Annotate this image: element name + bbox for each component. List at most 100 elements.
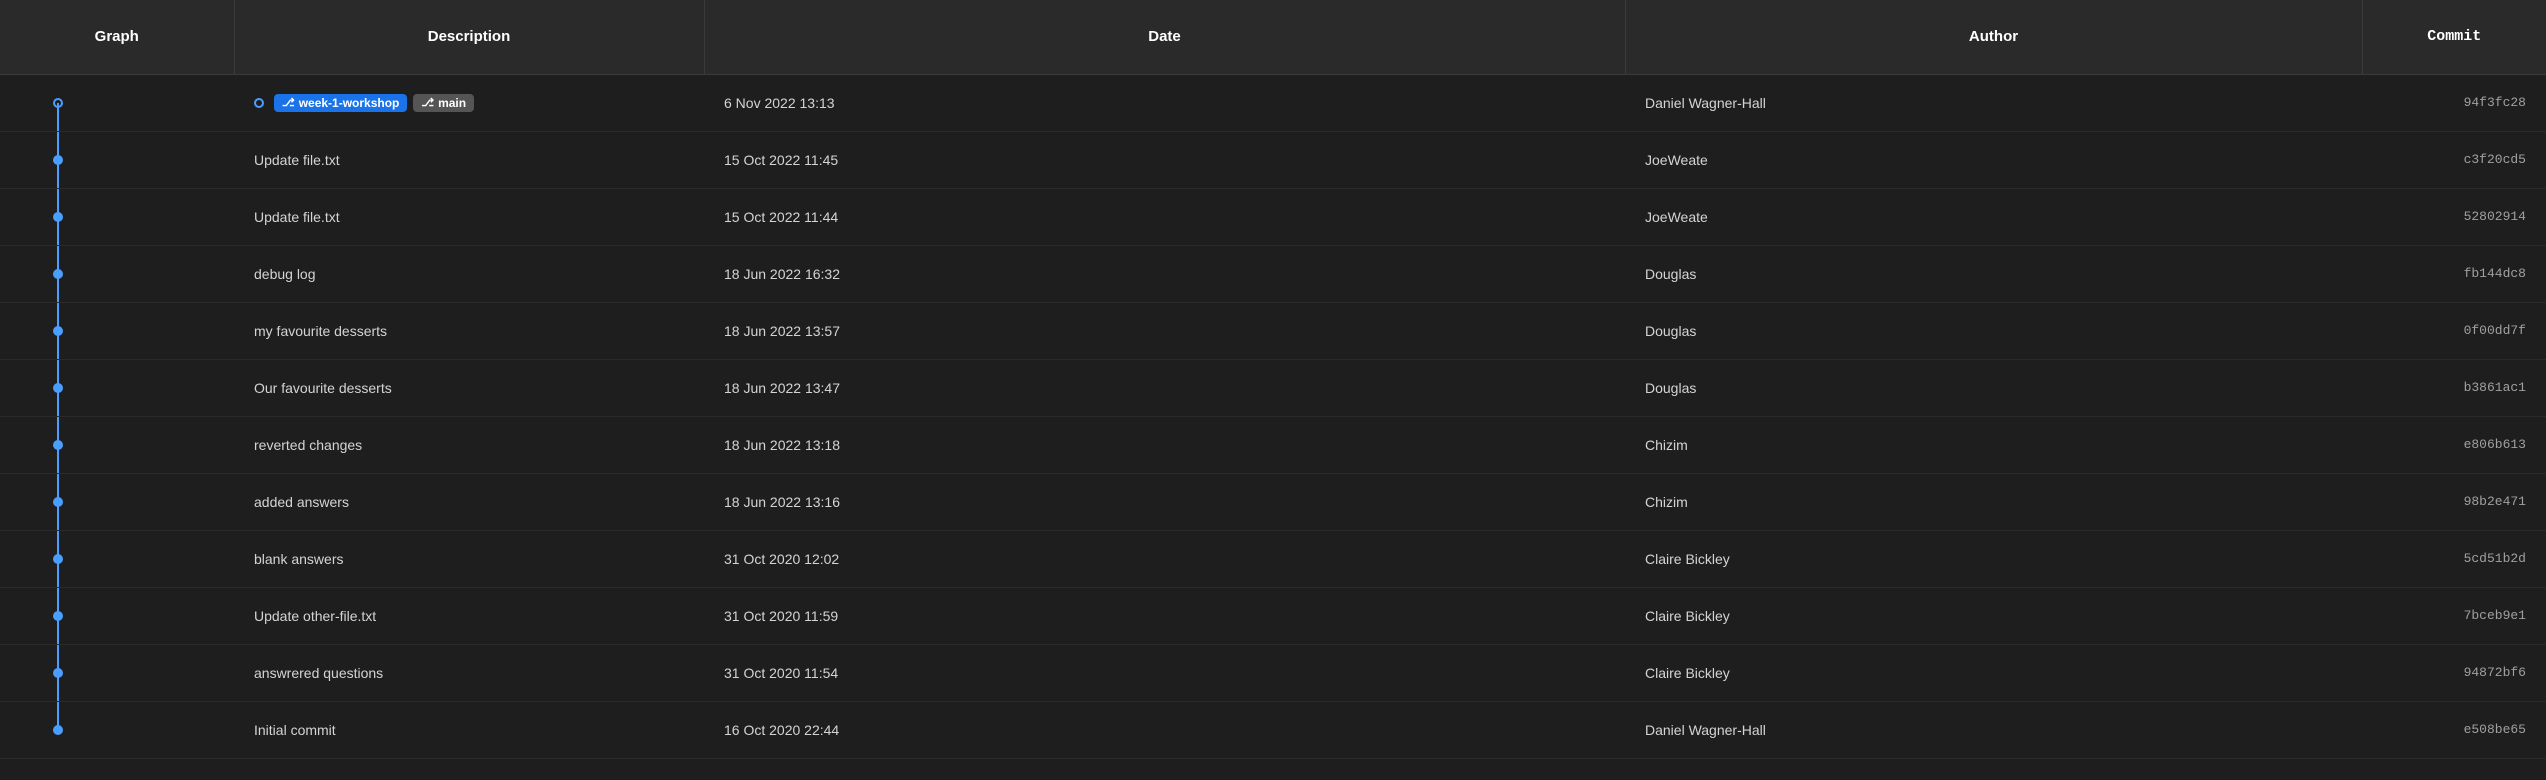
date-text: 6 Nov 2022 13:13 xyxy=(724,95,835,111)
table-row[interactable]: my favourite desserts18 Jun 2022 13:57Do… xyxy=(0,302,2546,359)
graph-cell xyxy=(0,74,234,131)
author-text: JoeWeate xyxy=(1645,152,1708,168)
date-text: 18 Jun 2022 13:18 xyxy=(724,437,840,453)
author-text: Daniel Wagner-Hall xyxy=(1645,95,1766,111)
commit-hash: 94f3fc28 xyxy=(2464,95,2526,110)
table-row[interactable]: answrered questions31 Oct 2020 11:54Clai… xyxy=(0,644,2546,701)
author-cell: Douglas xyxy=(1625,302,2362,359)
commit-hash: 0f00dd7f xyxy=(2464,323,2526,338)
table-row[interactable]: Our favourite desserts 18 Jun 2022 13:47 D… xyxy=(0,359,2546,416)
date-cell: 18 Jun 2022 13:47 xyxy=(704,359,1625,416)
description-text: answrered questions xyxy=(254,665,383,681)
author-text: Chizim xyxy=(1645,437,1688,453)
commit-cell: e806b613 xyxy=(2362,416,2546,473)
graph-dot xyxy=(53,440,63,450)
author-text: Douglas xyxy=(1645,266,1696,282)
graph-cell xyxy=(0,587,234,644)
branch-circle-icon xyxy=(254,98,264,108)
date-text: 18 Jun 2022 13:16 xyxy=(724,494,840,510)
graph-dot xyxy=(53,155,63,165)
commit-cell: 0f00dd7f xyxy=(2362,302,2546,359)
table-row[interactable]: Update file.txt 15 Oct 2022 11:45 JoeWeate… xyxy=(0,131,2546,188)
description-text: reverted changes xyxy=(254,437,362,453)
branch-tag-workshop[interactable]: ⎇ week-1-workshop xyxy=(274,94,407,112)
graph-cell xyxy=(0,131,234,188)
header-description: Description xyxy=(234,0,704,74)
description-cell: reverted changes xyxy=(234,416,704,473)
description-text: Update file.txt xyxy=(254,152,340,168)
date-text: 16 Oct 2020 22:44 xyxy=(724,722,839,738)
graph-dot xyxy=(53,497,63,507)
graph-cell xyxy=(0,302,234,359)
graph-cell xyxy=(0,188,234,245)
graph-dot xyxy=(53,212,63,222)
description-text: blank answers xyxy=(254,551,344,567)
description-text: Update other-file.txt xyxy=(254,608,376,624)
commit-cell: 94872bf6 xyxy=(2362,644,2546,701)
date-cell: 15 Oct 2022 11:45 xyxy=(704,131,1625,188)
commit-cell: 52802914 xyxy=(2362,188,2546,245)
date-cell: 31 Oct 2020 11:59 xyxy=(704,587,1625,644)
graph-dot xyxy=(53,725,63,735)
author-text: Claire Bickley xyxy=(1645,608,1730,624)
commit-cell: 7bceb9e1 xyxy=(2362,587,2546,644)
commit-hash: b3861ac1 xyxy=(2464,380,2526,395)
description-cell: debug log xyxy=(234,245,704,302)
description-text: Our favourite desserts xyxy=(254,380,392,396)
date-cell: 18 Jun 2022 13:57 xyxy=(704,302,1625,359)
table-row[interactable]: debug log 18 Jun 2022 16:32 Douglas fb144dc… xyxy=(0,245,2546,302)
author-text: Claire Bickley xyxy=(1645,551,1730,567)
table-row[interactable]: Initial commit 16 Oct 2020 22:44 Daniel Wa… xyxy=(0,701,2546,758)
author-text: Douglas xyxy=(1645,380,1696,396)
table-header: Graph Description Date Author Commit xyxy=(0,0,2546,74)
branch-icon: ⎇ xyxy=(282,96,295,109)
commit-cell: 5cd51b2d xyxy=(2362,530,2546,587)
author-text: Claire Bickley xyxy=(1645,665,1730,681)
graph-dot xyxy=(53,668,63,678)
date-cell: 15 Oct 2022 11:44 xyxy=(704,188,1625,245)
commit-hash: 5cd51b2d xyxy=(2464,551,2526,566)
table-row[interactable]: Update other-file.txt 31 Oct 2020 11:59 Cl… xyxy=(0,587,2546,644)
graph-dot xyxy=(53,326,63,336)
table-row[interactable]: ⎇ week-1-workshop ⎇ main 6 Nov 2022 13:13 D… xyxy=(0,74,2546,131)
date-text: 15 Oct 2022 11:44 xyxy=(724,209,838,225)
author-cell: Claire Bickley xyxy=(1625,644,2362,701)
author-text: Daniel Wagner-Hall xyxy=(1645,722,1766,738)
commit-hash: 7bceb9e1 xyxy=(2464,608,2526,623)
commit-cell: 94f3fc28 xyxy=(2362,74,2546,131)
table-row[interactable]: Update file.txt15 Oct 2022 11:44JoeWeate… xyxy=(0,188,2546,245)
author-cell: Chizim xyxy=(1625,416,2362,473)
graph-hollow-dot xyxy=(53,98,63,108)
description-cell: added answers xyxy=(234,473,704,530)
commit-cell: c3f20cd5 xyxy=(2362,131,2546,188)
graph-cell xyxy=(0,416,234,473)
graph-dot xyxy=(53,611,63,621)
graph-dot xyxy=(53,269,63,279)
table-row[interactable]: reverted changes 18 Jun 2022 13:18 Chizim e… xyxy=(0,416,2546,473)
header-commit: Commit xyxy=(2362,0,2546,74)
description-cell: Update other-file.txt xyxy=(234,587,704,644)
date-text: 31 Oct 2020 12:02 xyxy=(724,551,839,567)
date-cell: 16 Oct 2020 22:44 xyxy=(704,701,1625,758)
date-text: 18 Jun 2022 16:32 xyxy=(724,266,840,282)
graph-dot xyxy=(53,383,63,393)
author-cell: JoeWeate xyxy=(1625,188,2362,245)
header-graph: Graph xyxy=(0,0,234,74)
description-cell: answrered questions xyxy=(234,644,704,701)
description-text: debug log xyxy=(254,266,316,282)
author-cell: Daniel Wagner-Hall xyxy=(1625,74,2362,131)
table-row[interactable]: added answers18 Jun 2022 13:16Chizim98b2… xyxy=(0,473,2546,530)
commit-hash: fb144dc8 xyxy=(2464,266,2526,281)
commit-hash: 98b2e471 xyxy=(2464,494,2526,509)
date-cell: 18 Jun 2022 13:18 xyxy=(704,416,1625,473)
branch-icon: ⎇ xyxy=(421,96,434,109)
branch-tag-main[interactable]: ⎇ main xyxy=(413,94,474,112)
description-text: Initial commit xyxy=(254,722,336,738)
commit-hash: e508be65 xyxy=(2464,722,2526,737)
commit-hash: e806b613 xyxy=(2464,437,2526,452)
table-row[interactable]: blank answers 31 Oct 2020 12:02 Claire Bic… xyxy=(0,530,2546,587)
date-cell: 6 Nov 2022 13:13 xyxy=(704,74,1625,131)
author-text: JoeWeate xyxy=(1645,209,1708,225)
author-cell: Daniel Wagner-Hall xyxy=(1625,701,2362,758)
date-text: 18 Jun 2022 13:47 xyxy=(724,380,840,396)
